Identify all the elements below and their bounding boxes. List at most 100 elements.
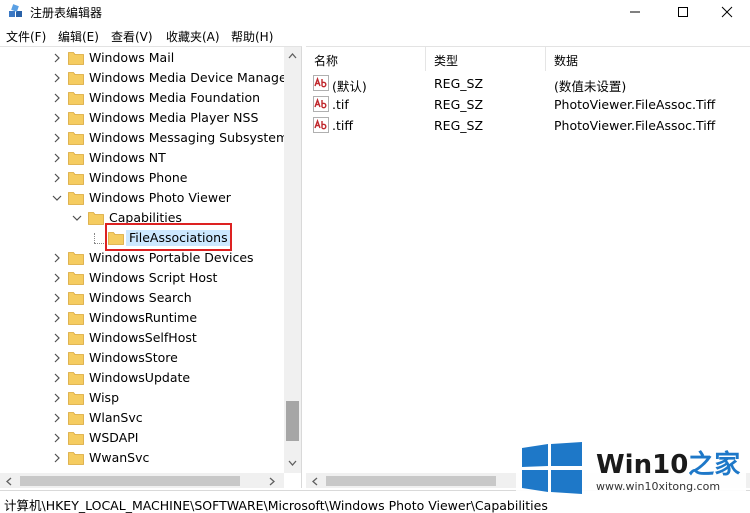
column-header-name[interactable]: 名称 <box>306 47 426 71</box>
value-data: (数值未设置) <box>554 79 627 94</box>
tree-item[interactable]: Windows Photo Viewer <box>0 188 284 208</box>
tree-item-label: Windows Media Player NSS <box>89 110 259 125</box>
menu-bar: 文件(F) 编辑(E) 查看(V) 收藏夹(A) 帮助(H) <box>0 24 750 46</box>
tree-item-label: WindowsStore <box>89 350 178 365</box>
scroll-down-icon[interactable] <box>288 459 297 467</box>
chevron-right-icon[interactable] <box>52 272 62 284</box>
tree-hscroll-thumb[interactable] <box>20 476 240 486</box>
folder-icon <box>68 332 84 345</box>
value-data: PhotoViewer.FileAssoc.Tiff <box>554 97 716 112</box>
tree-item-label: Windows Mail <box>89 50 175 65</box>
tree-item[interactable]: Windows Media Player NSS <box>0 108 284 128</box>
regedit-app-icon <box>9 4 22 17</box>
column-header-data[interactable]: 数据 <box>546 47 750 71</box>
chevron-down-icon[interactable] <box>52 192 62 204</box>
chevron-right-icon[interactable] <box>52 432 62 444</box>
registry-values-pane[interactable]: 名称 类型 数据 (默认) REG_SZ (数值未设置) .tif REG_SZ Phot… <box>306 46 750 488</box>
ab-string-icon <box>313 75 329 91</box>
tree-item[interactable]: Windows Search <box>0 288 284 308</box>
tree-item[interactable]: WwanSvc <box>0 448 284 468</box>
minimize-button[interactable] <box>612 0 658 24</box>
value-row[interactable]: .tif REG_SZ PhotoViewer.FileAssoc.Tiff <box>306 94 750 115</box>
window-title: 注册表编辑器 <box>30 6 103 20</box>
menu-file[interactable]: 文件(F) <box>6 28 46 45</box>
chevron-right-icon[interactable] <box>52 292 62 304</box>
chevron-right-icon[interactable] <box>52 252 62 264</box>
tree-item-label: Wisp <box>89 390 120 405</box>
chevron-right-icon[interactable] <box>52 112 62 124</box>
tree-vertical-scrollbar[interactable] <box>284 47 301 473</box>
close-button[interactable] <box>704 0 750 24</box>
value-name: .tiff <box>332 118 353 133</box>
menu-favorites[interactable]: 收藏夹(A) <box>166 28 220 45</box>
folder-icon <box>68 412 84 425</box>
value-name: .tif <box>332 97 349 112</box>
ab-string-icon <box>313 96 329 112</box>
chevron-down-icon[interactable] <box>72 212 82 224</box>
tree-item[interactable]: Windows NT <box>0 148 284 168</box>
tree-item-label: Windows Photo Viewer <box>89 190 231 205</box>
highlight-annotation-box <box>105 223 232 251</box>
chevron-right-icon[interactable] <box>52 312 62 324</box>
scroll-left-icon[interactable] <box>5 477 13 486</box>
menu-view[interactable]: 查看(V) <box>111 28 153 45</box>
tree-item-label: WlanSvc <box>89 410 143 425</box>
chevron-right-icon[interactable] <box>52 372 62 384</box>
value-row[interactable]: (默认) REG_SZ (数值未设置) <box>306 73 750 94</box>
tree-item-label: Windows Portable Devices <box>89 250 254 265</box>
chevron-right-icon[interactable] <box>52 72 62 84</box>
maximize-button[interactable] <box>660 0 706 24</box>
folder-icon <box>68 452 84 465</box>
tree-item[interactable]: Windows Media Device Manager <box>0 68 292 88</box>
tree-horizontal-scrollbar[interactable] <box>0 473 284 488</box>
chevron-right-icon[interactable] <box>52 52 62 64</box>
tree-item-label: Windows Messaging Subsystem <box>89 130 289 145</box>
chevron-right-icon[interactable] <box>52 172 62 184</box>
chevron-right-icon[interactable] <box>52 412 62 424</box>
folder-icon <box>88 212 104 225</box>
tree-item[interactable]: WindowsStore <box>0 348 284 368</box>
tree-item[interactable]: WlanSvc <box>0 408 284 428</box>
menu-help[interactable]: 帮助(H) <box>231 28 273 45</box>
chevron-right-icon[interactable] <box>52 92 62 104</box>
chevron-right-icon[interactable] <box>52 452 62 464</box>
chevron-right-icon[interactable] <box>52 152 62 164</box>
tree-item[interactable]: WindowsSelfHost <box>0 328 284 348</box>
chevron-right-icon[interactable] <box>52 392 62 404</box>
folder-icon <box>68 52 84 65</box>
tree-item-label: Windows NT <box>89 150 166 165</box>
folder-icon <box>68 132 84 145</box>
scroll-up-icon[interactable] <box>288 52 297 60</box>
tree-item[interactable]: Windows Mail <box>0 48 284 68</box>
folder-icon <box>68 152 84 165</box>
folder-icon <box>68 192 84 205</box>
tree-item[interactable]: Windows Media Foundation <box>0 88 284 108</box>
menu-edit[interactable]: 编辑(E) <box>58 28 99 45</box>
tree-item[interactable]: WindowsRuntime <box>0 308 284 328</box>
folder-icon <box>68 392 84 405</box>
tree-item[interactable]: Wisp <box>0 388 284 408</box>
value-row[interactable]: .tiff REG_SZ PhotoViewer.FileAssoc.Tiff <box>306 115 750 136</box>
chevron-right-icon[interactable] <box>52 132 62 144</box>
tree-item-label: Windows Media Device Manager <box>89 70 292 85</box>
values-hscroll-thumb[interactable] <box>326 476 496 486</box>
folder-icon <box>68 92 84 105</box>
registry-tree-pane[interactable]: Windows Mail Windows Media Device Manager… <box>0 46 302 488</box>
watermark: Win10之家 www.win10xitong.com <box>516 438 746 498</box>
value-data: PhotoViewer.FileAssoc.Tiff <box>554 118 716 133</box>
column-header-type[interactable]: 类型 <box>426 47 546 71</box>
tree-item[interactable]: WindowsUpdate <box>0 368 284 388</box>
tree-item[interactable]: Windows Messaging Subsystem <box>0 128 288 148</box>
scroll-left-icon[interactable] <box>311 477 319 486</box>
tree-vscroll-thumb[interactable] <box>286 401 299 441</box>
tree-item[interactable]: Windows Portable Devices <box>0 248 284 268</box>
tree-connector <box>94 233 95 243</box>
tree-item[interactable]: WSDAPI <box>0 428 284 448</box>
tree-item[interactable]: Windows Phone <box>0 168 284 188</box>
tree-item-label: Windows Phone <box>89 170 188 185</box>
scroll-right-icon[interactable] <box>268 477 276 486</box>
folder-icon <box>68 252 84 265</box>
chevron-right-icon[interactable] <box>52 352 62 364</box>
chevron-right-icon[interactable] <box>52 332 62 344</box>
tree-item[interactable]: Windows Script Host <box>0 268 284 288</box>
